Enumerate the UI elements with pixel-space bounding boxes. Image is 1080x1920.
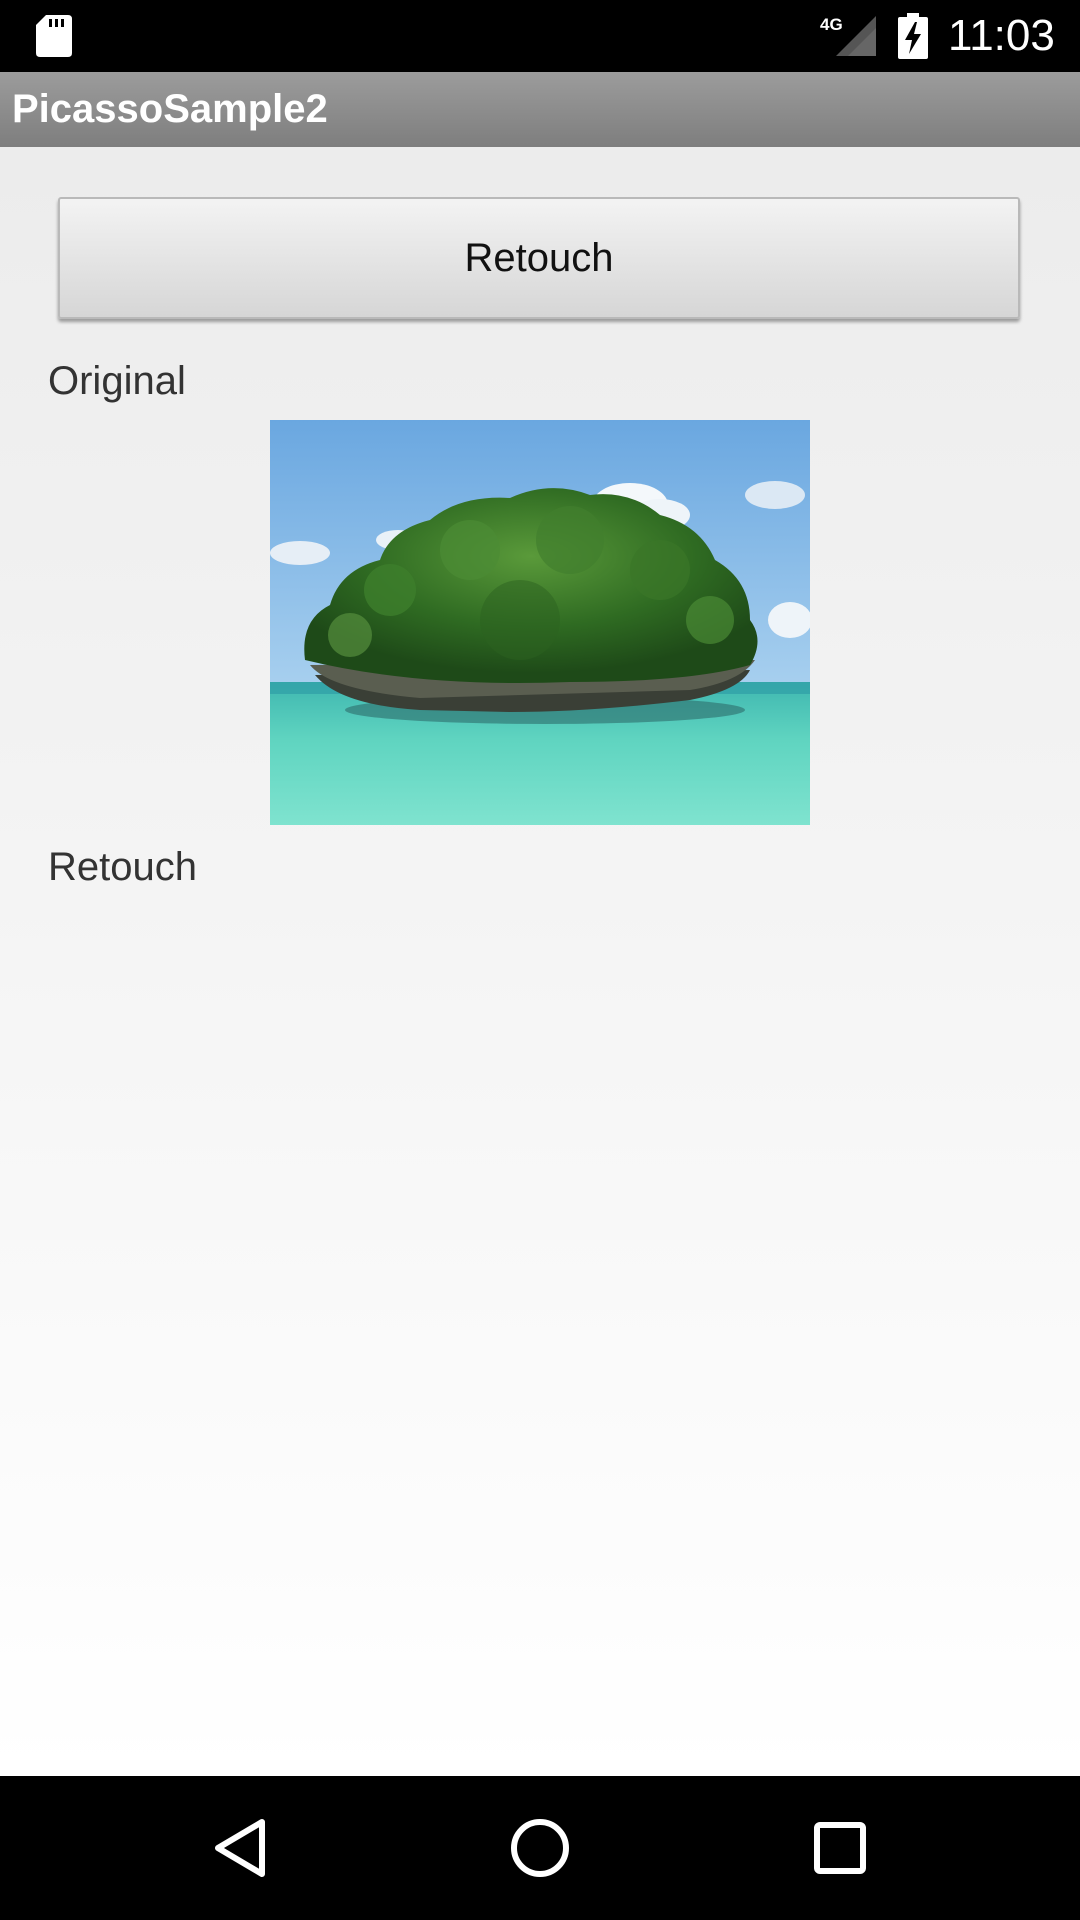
recents-button[interactable] [790,1798,890,1898]
back-button[interactable] [190,1798,290,1898]
original-image [270,420,810,825]
navigation-bar [0,1776,1080,1920]
status-bar: 4G 11:03 [0,0,1080,72]
action-bar: PicassoSample2 [0,72,1080,147]
battery-charging-icon [898,13,928,59]
signal-4g-icon: 4G [820,15,876,56]
home-icon [511,1819,569,1877]
retouch-button[interactable]: Retouch [58,197,1020,319]
original-label: Original [48,359,186,403]
retouch-label: Retouch [48,845,197,889]
network-type-label: 4G [820,15,843,34]
recents-icon [814,1822,866,1874]
clock: 11:03 [948,11,1055,60]
home-button[interactable] [490,1798,590,1898]
app-title: PicassoSample2 [12,87,328,131]
back-icon [215,1819,265,1877]
sd-card-icon [36,15,72,57]
main-content: Retouch Original Retouch [0,147,1080,1776]
retouch-button-label: Retouch [464,235,614,280]
